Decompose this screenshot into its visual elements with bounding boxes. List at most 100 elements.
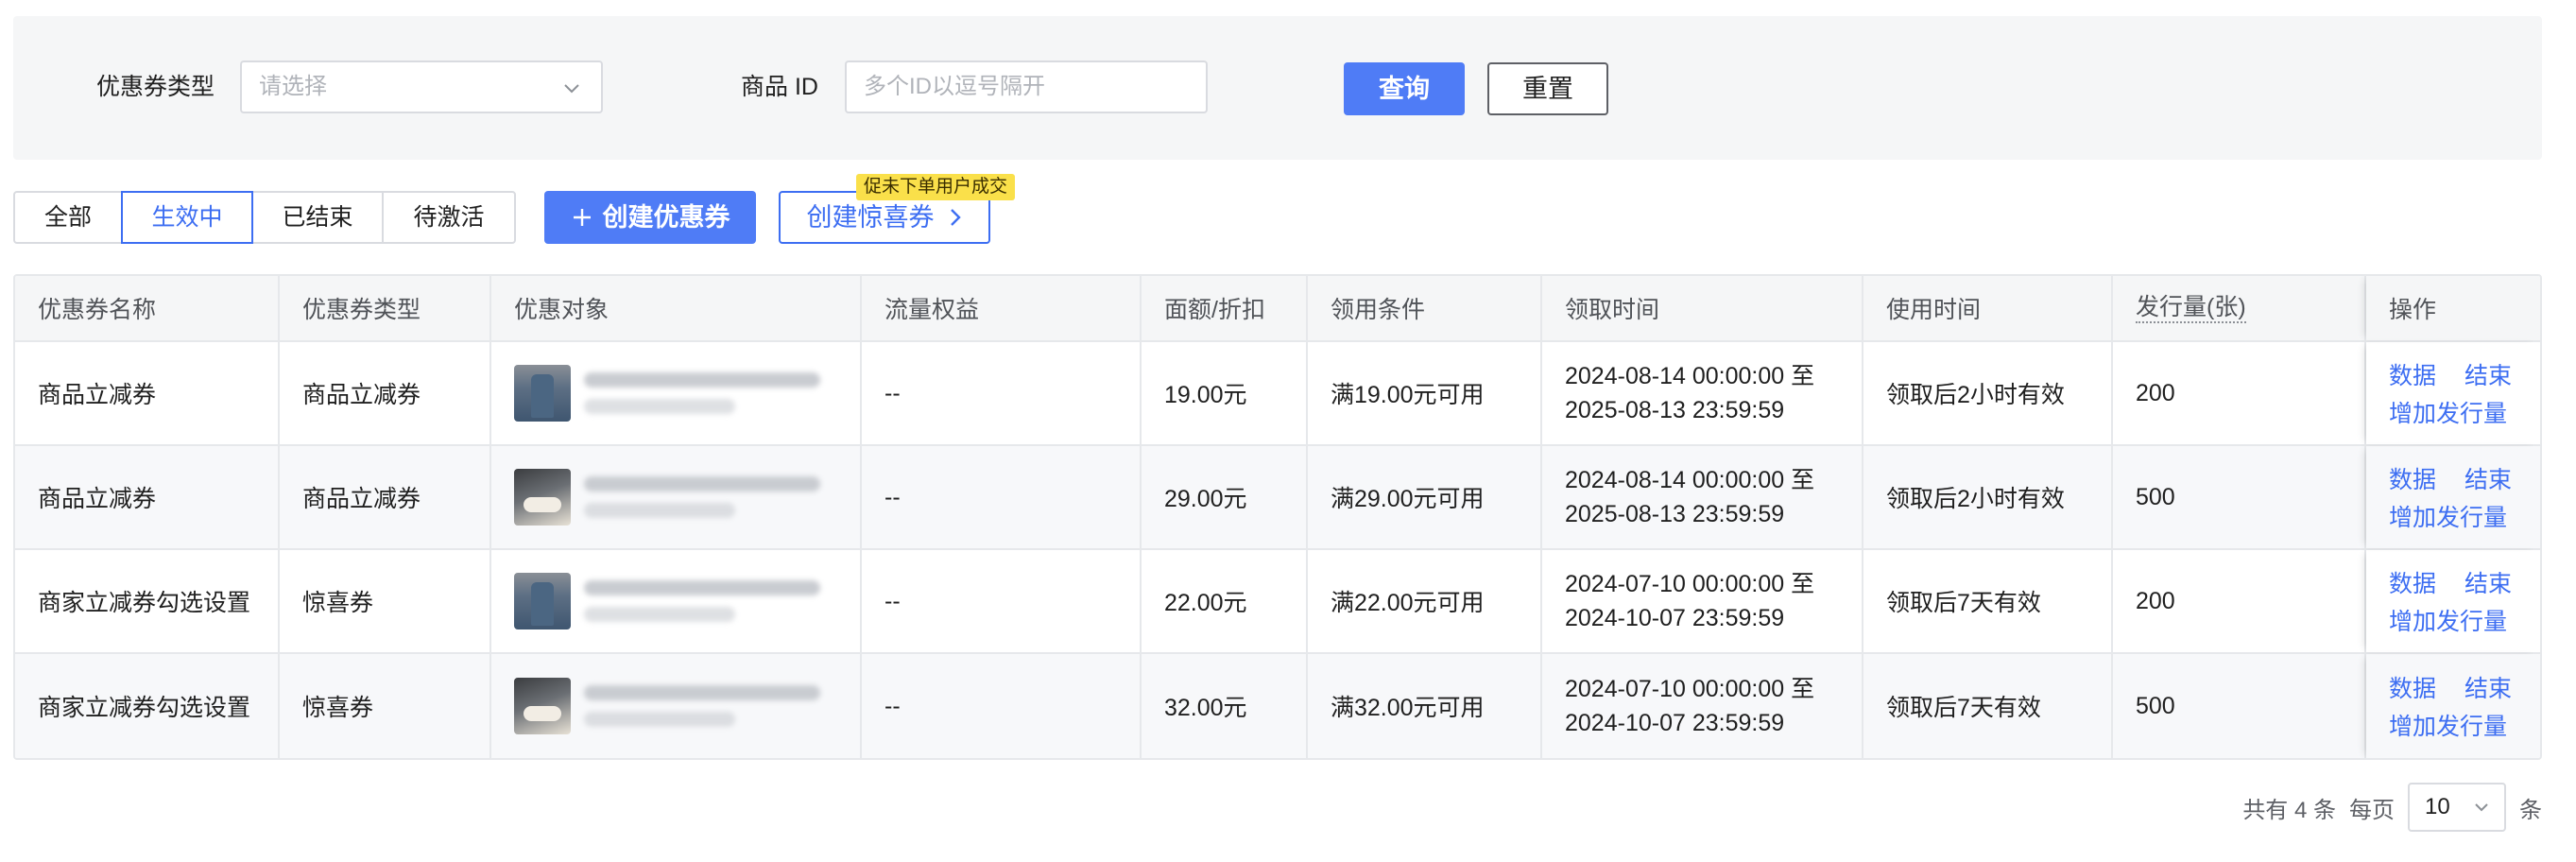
claim-end: 2024-10-07 23:59:59 xyxy=(1565,710,1785,736)
blurred-product-info xyxy=(584,372,820,414)
col-target: 优惠对象 xyxy=(491,276,862,340)
amount: 32.00元 xyxy=(1142,654,1308,758)
shirt-thumbnail xyxy=(514,573,571,629)
coupon-type-label: 优惠券类型 xyxy=(96,74,215,100)
tab-pending[interactable]: 待激活 xyxy=(384,193,514,242)
pagination: 共有 4 条 每页 10 条 xyxy=(2242,783,2542,832)
traffic-benefit: -- xyxy=(862,550,1142,652)
row-actions: 数据 结束 增加发行量 xyxy=(2366,550,2540,652)
col-use-time: 使用时间 xyxy=(1863,276,2113,340)
amount: 22.00元 xyxy=(1142,550,1308,652)
page-size-unit: 条 xyxy=(2519,797,2542,823)
use-time: 领取后2小时有效 xyxy=(1863,446,2113,548)
col-ops: 操作 xyxy=(2366,276,2540,340)
table-header: 优惠券名称 优惠券类型 优惠对象 流量权益 面额/折扣 领用条件 领取时间 使用… xyxy=(15,276,2540,342)
claim-start: 2024-08-14 00:00:00 至 xyxy=(1565,467,1815,493)
status-tabs: 全部 生效中 已结束 待激活 xyxy=(13,191,516,244)
blurred-product-info xyxy=(584,580,820,622)
coupon-name: 商品立减券 xyxy=(15,342,280,444)
add-quantity-link[interactable]: 增加发行量 xyxy=(2389,603,2507,637)
claim-time: 2024-07-10 00:00:00 至 2024-10-07 23:59:5… xyxy=(1542,550,1863,652)
blurred-product-info xyxy=(584,685,820,727)
claim-start: 2024-07-10 00:00:00 至 xyxy=(1565,676,1815,702)
quantity: 200 xyxy=(2113,342,2366,444)
chevron-right-icon xyxy=(950,209,961,226)
end-link[interactable]: 结束 xyxy=(2464,461,2512,495)
amount: 29.00元 xyxy=(1142,446,1308,548)
row-actions: 数据 结束 增加发行量 xyxy=(2366,446,2540,548)
end-link[interactable]: 结束 xyxy=(2464,670,2512,704)
condition: 满32.00元可用 xyxy=(1308,654,1542,758)
chevron-down-icon xyxy=(564,84,579,94)
product-target xyxy=(491,342,862,444)
tab-active[interactable]: 生效中 xyxy=(121,191,253,244)
plus-icon xyxy=(573,209,591,226)
col-traffic: 流量权益 xyxy=(862,276,1142,340)
traffic-benefit: -- xyxy=(862,446,1142,548)
end-link[interactable]: 结束 xyxy=(2464,357,2512,391)
shoe-thumbnail xyxy=(514,678,571,734)
per-page-label: 每页 xyxy=(2349,797,2395,823)
col-quantity-label: 发行量(张) xyxy=(2136,293,2246,323)
col-coupon-type: 优惠券类型 xyxy=(280,276,491,340)
shirt-thumbnail xyxy=(514,365,571,422)
data-link[interactable]: 数据 xyxy=(2389,461,2436,495)
table-row: 商品立减券 商品立减券 -- 19.00元 满19.00元可用 2024-08-… xyxy=(15,342,2540,446)
product-id-input[interactable]: 多个ID以逗号隔开 xyxy=(845,60,1208,113)
tab-all[interactable]: 全部 xyxy=(15,193,123,242)
coupon-name: 商家立减券勾选设置 xyxy=(15,654,280,758)
coupon-type: 商品立减券 xyxy=(280,342,491,444)
tab-ended[interactable]: 已结束 xyxy=(253,193,384,242)
shoe-thumbnail xyxy=(514,469,571,526)
quantity: 200 xyxy=(2113,550,2366,652)
claim-time: 2024-07-10 00:00:00 至 2024-10-07 23:59:5… xyxy=(1542,654,1863,758)
add-quantity-link[interactable]: 增加发行量 xyxy=(2389,499,2507,533)
row-actions: 数据 结束 增加发行量 xyxy=(2366,654,2540,758)
col-coupon-name: 优惠券名称 xyxy=(15,276,280,340)
page-size-select[interactable]: 10 xyxy=(2408,783,2506,832)
table-row: 商家立减券勾选设置 惊喜券 -- 32.00元 满32.00元可用 2024-0… xyxy=(15,654,2540,758)
claim-time: 2024-08-14 00:00:00 至 2025-08-13 23:59:5… xyxy=(1542,342,1863,444)
product-target xyxy=(491,446,862,548)
col-condition: 领用条件 xyxy=(1308,276,1542,340)
col-claim-time: 领取时间 xyxy=(1542,276,1863,340)
create-coupon-button[interactable]: 创建优惠券 xyxy=(544,191,756,244)
query-button[interactable]: 查询 xyxy=(1344,62,1465,115)
quantity: 500 xyxy=(2113,446,2366,548)
condition: 满22.00元可用 xyxy=(1308,550,1542,652)
traffic-benefit: -- xyxy=(862,654,1142,758)
coupon-name: 商品立减券 xyxy=(15,446,280,548)
end-link[interactable]: 结束 xyxy=(2464,565,2512,599)
data-link[interactable]: 数据 xyxy=(2389,565,2436,599)
row-actions: 数据 结束 增加发行量 xyxy=(2366,342,2540,444)
table-row: 商家立减券勾选设置 惊喜券 -- 22.00元 满22.00元可用 2024-0… xyxy=(15,550,2540,654)
coupon-type: 商品立减券 xyxy=(280,446,491,548)
data-link[interactable]: 数据 xyxy=(2389,670,2436,704)
claim-end: 2025-08-13 23:59:59 xyxy=(1565,397,1785,423)
claim-time: 2024-08-14 00:00:00 至 2025-08-13 23:59:5… xyxy=(1542,446,1863,548)
col-quantity: 发行量(张) xyxy=(2113,276,2366,340)
use-time: 领取后7天有效 xyxy=(1863,654,2113,758)
add-quantity-link[interactable]: 增加发行量 xyxy=(2389,708,2507,742)
coupon-name: 商家立减券勾选设置 xyxy=(15,550,280,652)
reset-button[interactable]: 重置 xyxy=(1487,62,1608,115)
page-size-value: 10 xyxy=(2425,794,2450,819)
claim-start: 2024-07-10 00:00:00 至 xyxy=(1565,571,1815,597)
use-time: 领取后2小时有效 xyxy=(1863,342,2113,444)
data-link[interactable]: 数据 xyxy=(2389,357,2436,391)
claim-start: 2024-08-14 00:00:00 至 xyxy=(1565,363,1815,389)
add-quantity-link[interactable]: 增加发行量 xyxy=(2389,395,2507,429)
blurred-product-info xyxy=(584,476,820,518)
traffic-benefit: -- xyxy=(862,342,1142,444)
coupon-table: 优惠券名称 优惠券类型 优惠对象 流量权益 面额/折扣 领用条件 领取时间 使用… xyxy=(13,274,2542,760)
coupon-type-select[interactable]: 请选择 xyxy=(240,60,603,113)
condition: 满29.00元可用 xyxy=(1308,446,1542,548)
claim-end: 2024-10-07 23:59:59 xyxy=(1565,605,1785,631)
condition: 满19.00元可用 xyxy=(1308,342,1542,444)
use-time: 领取后7天有效 xyxy=(1863,550,2113,652)
coupon-type-placeholder: 请选择 xyxy=(259,74,327,99)
create-coupon-label: 创建优惠券 xyxy=(602,203,730,232)
product-target xyxy=(491,550,862,652)
claim-end: 2025-08-13 23:59:59 xyxy=(1565,501,1785,527)
coupon-type: 惊喜券 xyxy=(280,654,491,758)
